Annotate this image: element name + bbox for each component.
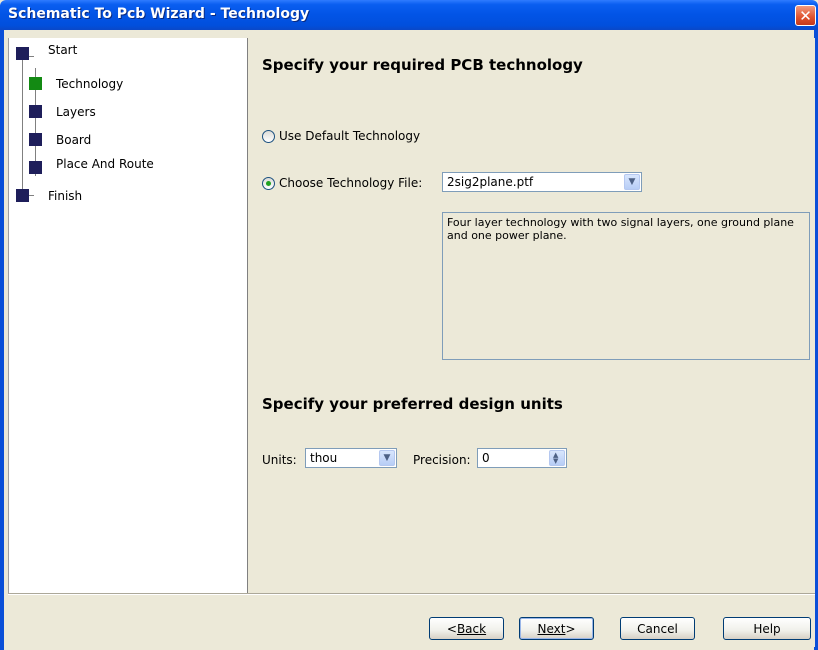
- precision-label: Precision:: [413, 453, 471, 467]
- window-frame-left: [0, 30, 4, 650]
- chevron-down-icon[interactable]: ▼: [624, 174, 640, 190]
- tree-line-vertical: [22, 56, 23, 196]
- units-select[interactable]: thou ▼: [305, 448, 397, 468]
- radio-file-label: Choose Technology File:: [279, 176, 423, 190]
- precision-value: 0: [482, 451, 490, 465]
- chevron-down-icon[interactable]: ▼: [379, 450, 395, 466]
- step-square-icon: [16, 47, 29, 60]
- technology-heading: Specify your required PCB technology: [262, 56, 583, 74]
- window-title: Schematic To Pcb Wizard - Technology: [8, 6, 310, 22]
- help-label: Help: [753, 621, 781, 636]
- precision-stepper[interactable]: 0 ▲ ▼: [477, 448, 567, 468]
- spin-arrows[interactable]: ▲ ▼: [549, 450, 565, 466]
- step-square-icon: [29, 105, 42, 118]
- technology-description: Four layer technology with two signal la…: [442, 212, 810, 360]
- wizard-steps-panel: Start Technology Layers Board Place And …: [8, 38, 248, 594]
- sidebar-item-label: Start: [48, 43, 78, 57]
- next-label: Next: [537, 621, 566, 636]
- back-label: Back: [456, 621, 487, 636]
- help-button[interactable]: Help: [723, 617, 811, 640]
- sidebar-item-label: Finish: [48, 189, 83, 203]
- step-square-active-icon: [29, 77, 42, 90]
- radio-icon: [262, 129, 275, 143]
- button-bar: < Back Next > Cancel Help: [8, 594, 815, 647]
- back-button[interactable]: < Back: [429, 617, 504, 640]
- step-square-icon: [29, 133, 42, 146]
- radio-checked-icon: [262, 176, 275, 190]
- radio-default-technology[interactable]: Use Default Technology: [262, 129, 420, 143]
- technology-file-value: 2sig2plane.ptf: [447, 175, 534, 189]
- sidebar-item-label: Technology: [56, 77, 124, 91]
- title-bar: Schematic To Pcb Wizard - Technology ✕: [0, 0, 818, 30]
- close-icon: ✕: [799, 6, 812, 25]
- close-button[interactable]: ✕: [795, 5, 816, 26]
- next-suffix: >: [565, 621, 576, 636]
- sidebar-item-label: Place And Route: [56, 157, 154, 171]
- step-square-icon: [29, 161, 42, 174]
- sidebar-item-label: Layers: [56, 105, 96, 119]
- cancel-label: Cancel: [637, 621, 678, 636]
- cancel-button[interactable]: Cancel: [620, 617, 695, 640]
- step-square-icon: [16, 189, 29, 202]
- wizard-window: Schematic To Pcb Wizard - Technology ✕ S…: [0, 0, 818, 650]
- radio-technology-file[interactable]: Choose Technology File:: [262, 176, 422, 190]
- technology-file-select[interactable]: 2sig2plane.ptf ▼: [442, 172, 642, 192]
- spin-down-icon[interactable]: ▼: [553, 458, 558, 465]
- next-button[interactable]: Next >: [519, 617, 594, 640]
- units-value: thou: [310, 451, 338, 465]
- radio-default-label: Use Default Technology: [279, 129, 421, 143]
- wizard-content: Specify your required PCB technology Use…: [249, 38, 815, 594]
- units-label: Units:: [262, 453, 297, 467]
- sidebar-item-label: Board: [56, 133, 92, 147]
- back-prefix: <: [446, 621, 457, 636]
- units-heading: Specify your preferred design units: [262, 395, 563, 413]
